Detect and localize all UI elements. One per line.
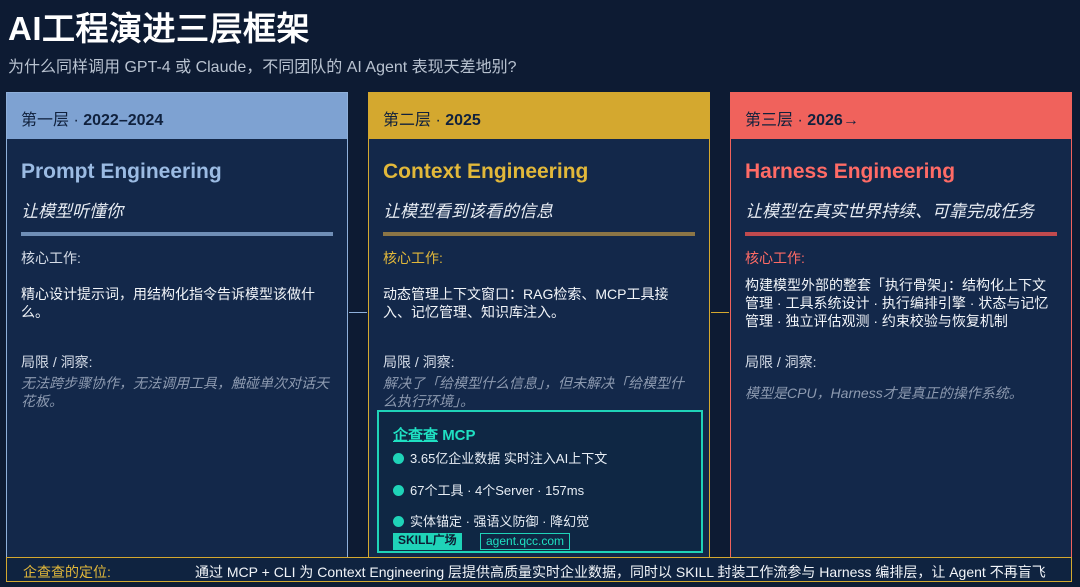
bullet-dot-icon	[393, 485, 404, 496]
layer-header: 第一层 · 2022–2024	[7, 93, 347, 139]
layer-tagline: 让模型看到该看的信息	[383, 202, 553, 221]
layer-divider	[745, 232, 1057, 236]
layer-name: Context Engineering	[383, 160, 589, 183]
page-title: AI工程演进三层框架	[8, 10, 310, 47]
core-work-text: 构建模型外部的整套「执行骨架」：结构化上下文管理 · 工具系统设计 · 执行编排…	[745, 277, 1049, 329]
layer-period: 2022–2024	[83, 112, 164, 129]
mcp-feature-text: 实体锚定 · 强语义防御 · 降幻觉	[410, 514, 590, 529]
limit-text: 模型是CPU，Harness才是真正的操作系统。	[745, 385, 1023, 401]
core-work-label: 核心工作:	[745, 250, 805, 266]
limit-label: 局限 / 洞察:	[745, 354, 817, 370]
core-work-text: 动态管理上下文窗口：RAG检索、MCP工具接入、记忆管理、知识库注入。	[383, 286, 669, 320]
mcp-feature-item: 3.65亿企业数据 实时注入AI上下文	[393, 448, 607, 467]
connector-line-1-2	[349, 312, 367, 313]
layer-divider	[383, 232, 695, 236]
core-work-label: 核心工作:	[383, 250, 443, 266]
mcp-feature-item: 实体锚定 · 强语义防御 · 降幻觉	[393, 511, 589, 530]
page-subtitle: 为什么同样调用 GPT-4 或 Claude，不同团队的 AI Agent 表现…	[8, 59, 517, 76]
mcp-box-title: 企查查 MCP	[393, 424, 476, 445]
core-work-text: 精心设计提示词，用结构化指令告诉模型该做什么。	[21, 286, 315, 320]
layer-tagline: 让模型听懂你	[21, 202, 123, 221]
bullet-dot-icon	[393, 516, 404, 527]
layer-period: 2025	[445, 112, 481, 129]
layer-tagline: 让模型在真实世界持续、可靠完成任务	[745, 202, 1034, 221]
mcp-title: MCP	[442, 427, 476, 444]
skill-square-badge[interactable]: SKILL广场	[393, 533, 462, 550]
footer-text: 通过 MCP + CLI 为 Context Engineering 层提供高质…	[195, 564, 1046, 580]
agent-url-link[interactable]: agent.qcc.com	[480, 533, 571, 550]
mcp-feature-text: 3.65亿企业数据 实时注入AI上下文	[410, 451, 608, 466]
positioning-footer: 企查查的定位: 通过 MCP + CLI 为 Context Engineeri…	[6, 557, 1072, 582]
limit-label: 局限 / 洞察:	[383, 354, 455, 370]
core-work-label: 核心工作:	[21, 250, 81, 266]
layer-divider	[21, 232, 333, 236]
layer-number: 第三层 ·	[745, 112, 803, 129]
layer-name: Harness Engineering	[745, 160, 956, 183]
layer-number: 第一层 ·	[21, 112, 79, 129]
layer-number: 第二层 ·	[383, 112, 441, 129]
layer-header: 第三层 · 2026→	[731, 93, 1071, 139]
footer-label: 企查查的定位:	[23, 564, 111, 580]
mcp-feature-item: 67个工具 · 4个Server · 157ms	[393, 480, 584, 499]
qcc-mcp-box: 企查查 MCP 3.65亿企业数据 实时注入AI上下文 67个工具 · 4个Se…	[377, 410, 703, 553]
layer-header: 第二层 · 2025	[369, 93, 709, 139]
bullet-dot-icon	[393, 453, 404, 464]
mcp-feature-text: 67个工具 · 4个Server · 157ms	[410, 483, 585, 498]
layer-card-harness-engineering: 第三层 · 2026→ Harness Engineering 让模型在真实世界…	[730, 92, 1072, 562]
limit-label: 局限 / 洞察:	[21, 354, 93, 370]
limit-text: 无法跨步骤协作，无法调用工具，触碰单次对话天花板。	[21, 375, 329, 409]
limit-text: 解决了「给模型什么信息」，但未解决「给模型什么执行环境」。	[383, 375, 684, 409]
layer-name: Prompt Engineering	[21, 160, 222, 183]
mcp-brand[interactable]: 企查查	[393, 427, 438, 444]
layer-period: 2026→	[807, 112, 859, 129]
layer-card-prompt-engineering: 第一层 · 2022–2024 Prompt Engineering 让模型听懂…	[6, 92, 348, 562]
connector-line-2-3	[711, 312, 729, 313]
